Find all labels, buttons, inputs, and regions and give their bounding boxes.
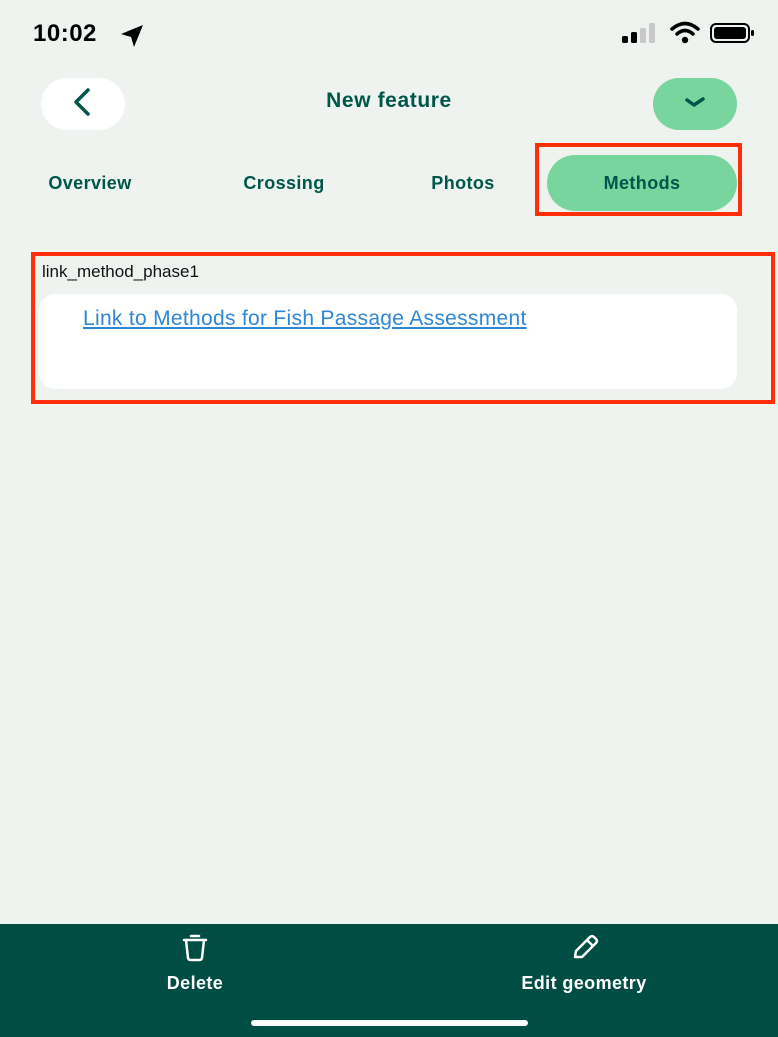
home-indicator[interactable]	[251, 1020, 528, 1026]
status-time: 10:02	[33, 20, 97, 47]
location-arrow-icon	[118, 22, 146, 50]
pencil-icon	[566, 932, 602, 967]
bottom-action-bar: Delete Edit geometry	[0, 924, 778, 1037]
checkmark-icon	[682, 92, 708, 117]
delete-button[interactable]: Delete	[85, 932, 305, 994]
delete-label: Delete	[166, 973, 224, 993]
highlight-box-methods-tab	[535, 143, 742, 216]
battery-icon	[710, 22, 756, 49]
status-bar: 10:02	[0, 0, 778, 70]
tab-crossing[interactable]: Crossing	[214, 155, 354, 211]
status-icons	[622, 21, 756, 50]
highlight-box-field	[31, 252, 775, 404]
tab-photos[interactable]: Photos	[393, 155, 533, 211]
tab-overview[interactable]: Overview	[20, 155, 160, 211]
confirm-button[interactable]	[653, 78, 737, 130]
wifi-icon	[670, 21, 700, 50]
edit-geometry-button[interactable]: Edit geometry	[474, 932, 694, 994]
trash-icon	[177, 932, 213, 967]
edit-geometry-label: Edit geometry	[521, 973, 647, 993]
cellular-signal-icon	[622, 22, 660, 49]
